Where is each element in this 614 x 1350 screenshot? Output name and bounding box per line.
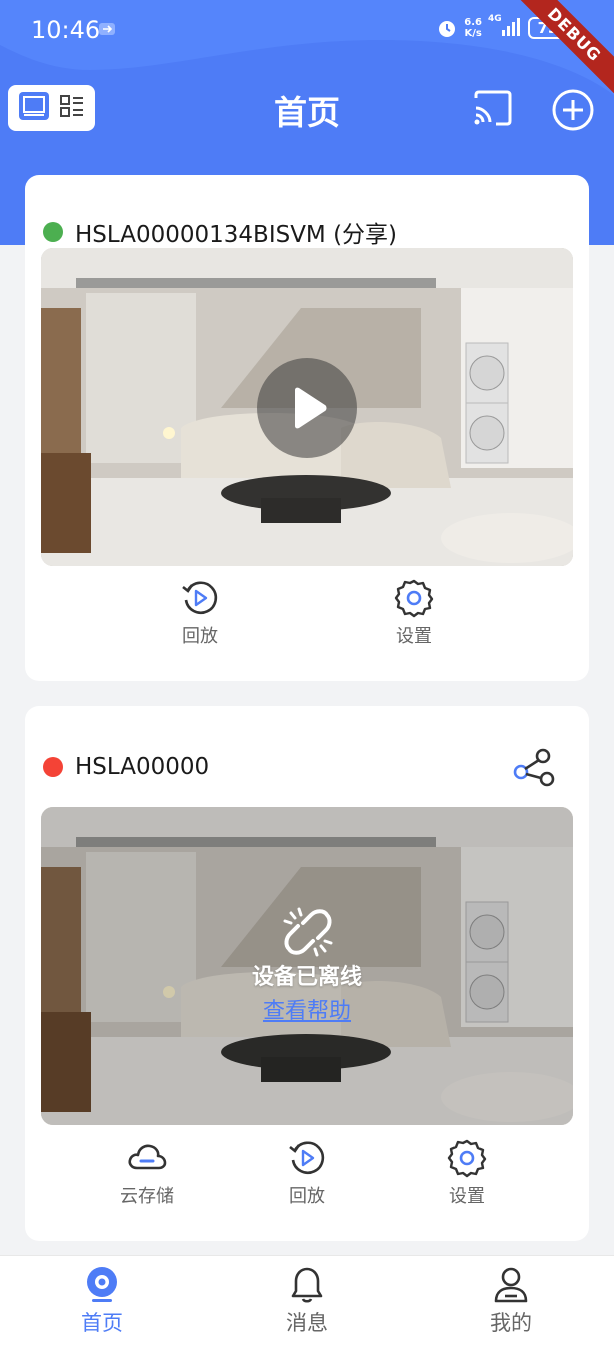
network-speed: 6.6 K/s — [464, 17, 482, 39]
playback-icon — [182, 581, 218, 615]
playback-icon — [289, 1141, 325, 1175]
settings-label: 设置 — [396, 626, 432, 647]
offline-status-text: 设备已离线 — [251, 965, 362, 990]
device-header: HSLA00000 — [43, 754, 209, 780]
bottom-navigation: 首页 消息 我的 — [0, 1255, 614, 1350]
status-time: 10:46 — [31, 16, 101, 44]
gear-icon — [447, 1139, 487, 1178]
settings-label: 设置 — [449, 1186, 485, 1207]
settings-button[interactable]: 设置 — [427, 1138, 507, 1208]
cast-button[interactable] — [470, 88, 514, 128]
share-icon — [513, 748, 555, 787]
nav-item-profile[interactable]: 我的 — [456, 1266, 566, 1337]
alarm-icon — [439, 21, 456, 37]
cast-icon — [474, 90, 512, 126]
play-icon — [295, 387, 327, 429]
cloud-storage-button[interactable]: 云存储 — [107, 1138, 187, 1208]
plus-circle-icon — [552, 89, 594, 131]
camera-preview[interactable]: 设备已离线 查看帮助 — [41, 807, 573, 1125]
online-status-dot — [43, 222, 63, 242]
playback-label: 回放 — [182, 626, 218, 647]
camera-preview[interactable] — [41, 248, 573, 566]
nav-item-messages[interactable]: 消息 — [252, 1266, 362, 1337]
page-title: 首页 — [274, 93, 340, 132]
device-name: HSLA00000134BISVM (分享) — [75, 222, 398, 248]
network-speed-value: 6.6 — [464, 17, 482, 28]
settings-button[interactable]: 设置 — [374, 578, 454, 648]
offline-status-dot — [43, 757, 63, 777]
nav-item-home[interactable]: 首页 — [47, 1266, 157, 1337]
nav-label-messages: 消息 — [286, 1311, 328, 1335]
cloud-storage-label: 云存储 — [120, 1186, 174, 1207]
cloud-storage-icon — [128, 1144, 167, 1170]
bell-icon — [291, 1267, 323, 1303]
camera-icon — [87, 1267, 117, 1302]
user-icon — [494, 1267, 528, 1303]
device-name: HSLA00000 — [75, 754, 210, 780]
device-card: HSLA00000134BISVM (分享) 回放 设置 — [25, 175, 589, 681]
playback-button[interactable]: 回放 — [267, 1138, 347, 1208]
device-card: HSLA00000 设备已离线 查看帮助 云存储 回放 设置 — [25, 706, 589, 1241]
signal-group: 4G — [488, 14, 522, 40]
share-button[interactable] — [513, 748, 555, 788]
playback-label: 回放 — [289, 1186, 325, 1207]
gear-icon — [394, 579, 434, 618]
device-header: HSLA00000134BISVM (分享) — [43, 215, 397, 249]
nav-label-profile: 我的 — [490, 1311, 532, 1335]
broken-link-icon — [283, 907, 333, 957]
network-type: 4G — [488, 14, 502, 24]
play-button[interactable] — [257, 358, 357, 458]
offline-overlay: 设备已离线 查看帮助 — [41, 807, 573, 1125]
add-device-button[interactable] — [551, 88, 595, 132]
nav-label-home: 首页 — [81, 1311, 123, 1335]
status-bar: 10:46 6.6 K/s 4G 73 DEBUG — [0, 0, 614, 101]
playback-button[interactable]: 回放 — [160, 578, 240, 648]
help-link[interactable]: 查看帮助 — [41, 993, 573, 1025]
usb-icon — [99, 23, 115, 35]
network-speed-unit: K/s — [464, 28, 482, 39]
